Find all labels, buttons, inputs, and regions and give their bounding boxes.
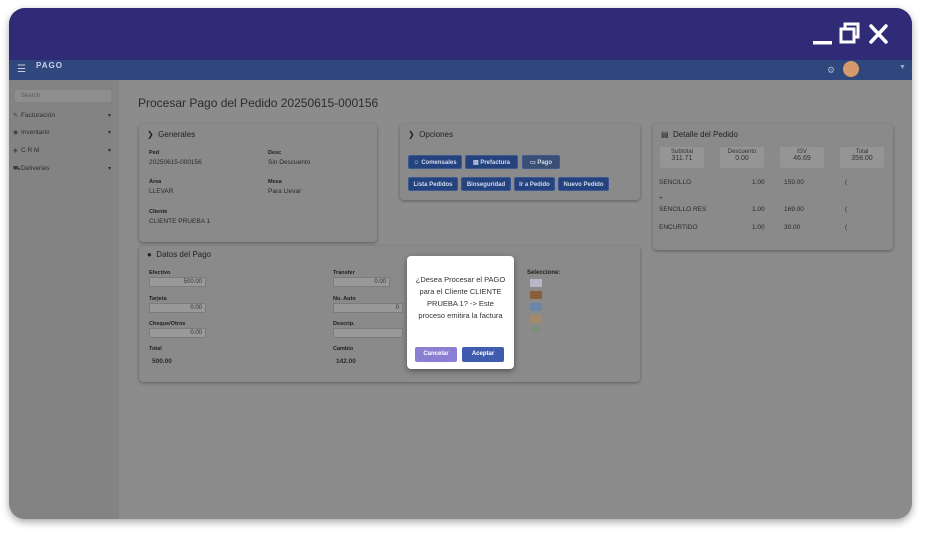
accept-button[interactable]: Aceptar — [462, 347, 504, 362]
nuevo-pedido-button[interactable]: Nuevo Pedido — [558, 177, 609, 191]
descrip-label: Descrip. — [333, 321, 355, 327]
bioseguridad-button[interactable]: Bioseguridad — [461, 177, 511, 191]
minimize-icon[interactable] — [811, 21, 835, 47]
close-icon[interactable] — [867, 21, 891, 47]
detalle-card: ▤ Detalle del Pedido Subtotal 311.71 Des… — [653, 124, 893, 250]
chevron-down-icon: ▾ — [107, 148, 111, 154]
cliente-value: CLIENTE PRUEBA 1 — [149, 218, 211, 225]
mesa-label: Mesa — [268, 179, 282, 185]
datos-pago-title: ● Datos del Pago — [147, 250, 211, 259]
total-label: Total — [149, 346, 162, 352]
total-summary: Total 358.00 — [840, 147, 884, 168]
document-icon: ▤ — [472, 160, 479, 166]
sidebar-search-input[interactable]: Search — [15, 90, 111, 102]
opciones-card: ❯ Opciones ☺ Comensales ▤ Prefactura ▭ P… — [400, 124, 640, 200]
generales-card: ❯ Generales Ped 20250615-000156 Desc Sin… — [139, 124, 377, 242]
noauto-label: No. Auto — [333, 296, 356, 302]
descuento-summary: Descuento 0.00 — [720, 147, 764, 168]
descrip-input[interactable] — [333, 328, 403, 338]
cambio-value: 142.00 — [336, 358, 356, 365]
isv-summary: ISV 46.69 — [780, 147, 824, 168]
lista-pedidos-button[interactable]: Lista Pedidos — [408, 177, 458, 191]
user-avatar[interactable] — [843, 61, 859, 77]
total-value: 500.00 — [152, 358, 172, 365]
info-icon: ● — [147, 250, 152, 259]
generales-title: ❯ Generales — [147, 130, 196, 139]
opciones-title: ❯ Opciones — [408, 130, 453, 139]
discover-icon[interactable] — [530, 315, 542, 323]
chevron-down-icon: ▾ — [107, 113, 111, 119]
visa-icon[interactable] — [530, 279, 542, 287]
desc-label: Desc — [268, 150, 282, 156]
page-title: Procesar Pago del Pedido 20250615-000156 — [138, 96, 379, 110]
chevron-down-icon: ▾ — [107, 166, 111, 172]
desc-value: Sin Descuento — [268, 159, 311, 166]
settings-icon[interactable]: ⚙ — [827, 64, 835, 76]
crm-icon: ◈ — [13, 148, 18, 154]
app-window: ☰ PAGO ⚙ ▼ Search ✎ Facturación ▾ ◉ Invent… — [9, 8, 912, 519]
ped-label: Ped — [149, 150, 160, 156]
title-bar — [9, 8, 912, 60]
tarjeta-label: Tarjeta — [149, 296, 167, 302]
sidebar-item-crm[interactable]: ◈ C R M ▾ — [13, 145, 113, 157]
app-header: ☰ PAGO ⚙ ▼ — [9, 60, 912, 80]
sidebar-item-deliveries[interactable]: ⛟Deliveries ▾ — [13, 163, 113, 175]
area-value: LLEVAR — [149, 188, 174, 195]
efectivo-input[interactable]: 500.00 — [149, 277, 206, 287]
datos-pago-card: ● Datos del Pago Efectivo 500.00 Tarjeta… — [139, 246, 640, 382]
sidebar-item-inventario[interactable]: ◉ Inventario ▾ — [13, 127, 113, 139]
efectivo-label: Efectivo — [149, 270, 171, 276]
chevron-down-icon: ▾ — [107, 130, 111, 136]
row-note: + — [659, 195, 663, 202]
sidebar: Search ✎ Facturación ▾ ◉ Inventario ▾ ◈ C R… — [9, 80, 119, 519]
pago-button[interactable]: ▭ Pago — [522, 155, 560, 169]
hamburger-menu-icon[interactable]: ☰ — [17, 64, 26, 76]
area-label: Área — [149, 179, 162, 185]
sidebar-item-facturacion[interactable]: ✎ Facturación ▾ — [13, 110, 113, 122]
detalle-title: ▤ Detalle del Pedido — [661, 130, 738, 139]
transfer-input[interactable]: 0.00 — [333, 277, 390, 287]
cambio-label: Cambio — [333, 346, 354, 352]
confirm-payment-dialog: ¿Desea Procesar el PAGO para el Cliente … — [407, 256, 514, 369]
noauto-input[interactable]: 0 — [333, 303, 403, 313]
card-icon: ▭ — [529, 160, 536, 166]
prefactura-button[interactable]: ▤ Prefactura — [465, 155, 518, 169]
chevron-right-icon: ❯ — [408, 130, 415, 139]
chevron-down-icon[interactable]: ▼ — [899, 64, 906, 71]
cancel-button[interactable]: Cancelar — [415, 347, 457, 362]
ped-value: 20250615-000156 — [149, 159, 202, 166]
transfer-label: Transfer — [333, 270, 355, 276]
amex-icon[interactable] — [530, 303, 542, 311]
mastercard-icon[interactable] — [530, 291, 542, 299]
comensales-button[interactable]: ☺ Comensales — [408, 155, 462, 169]
chevron-right-icon: ❯ — [147, 130, 154, 139]
cheque-input[interactable]: 0.00 — [149, 328, 206, 338]
table-row: ENCURTIDO 1.00 30.00 ( — [659, 224, 848, 231]
list-icon: ▤ — [661, 130, 669, 139]
truck-icon: ⛟ — [13, 166, 21, 172]
table-row: SENCILLO RES 1.00 169.00 ( — [659, 206, 848, 213]
tarjeta-input[interactable]: 0.00 — [149, 303, 206, 313]
selection-label: Seleccione: — [527, 270, 561, 276]
dialog-message: ¿Desea Procesar el PAGO para el Cliente … — [415, 275, 506, 320]
cash-icon[interactable] — [532, 326, 540, 333]
inventory-icon: ◉ — [13, 130, 19, 136]
cheque-label: Cheque/Otros — [149, 321, 186, 327]
app-logo: PAGO — [36, 61, 63, 70]
people-icon: ☺ — [413, 160, 420, 166]
main-content: Procesar Pago del Pedido 20250615-000156… — [119, 80, 912, 519]
table-row: SENCILLO 1.00 159.00 ( — [659, 179, 848, 186]
ir-a-pedido-button[interactable]: Ir a Pedido — [514, 177, 555, 191]
invoice-icon: ✎ — [13, 113, 19, 119]
subtotal-summary: Subtotal 311.71 — [660, 147, 704, 168]
restore-icon[interactable] — [838, 21, 862, 47]
mesa-value: Para Llevar — [268, 188, 302, 195]
cliente-label: Cliente — [149, 209, 168, 215]
